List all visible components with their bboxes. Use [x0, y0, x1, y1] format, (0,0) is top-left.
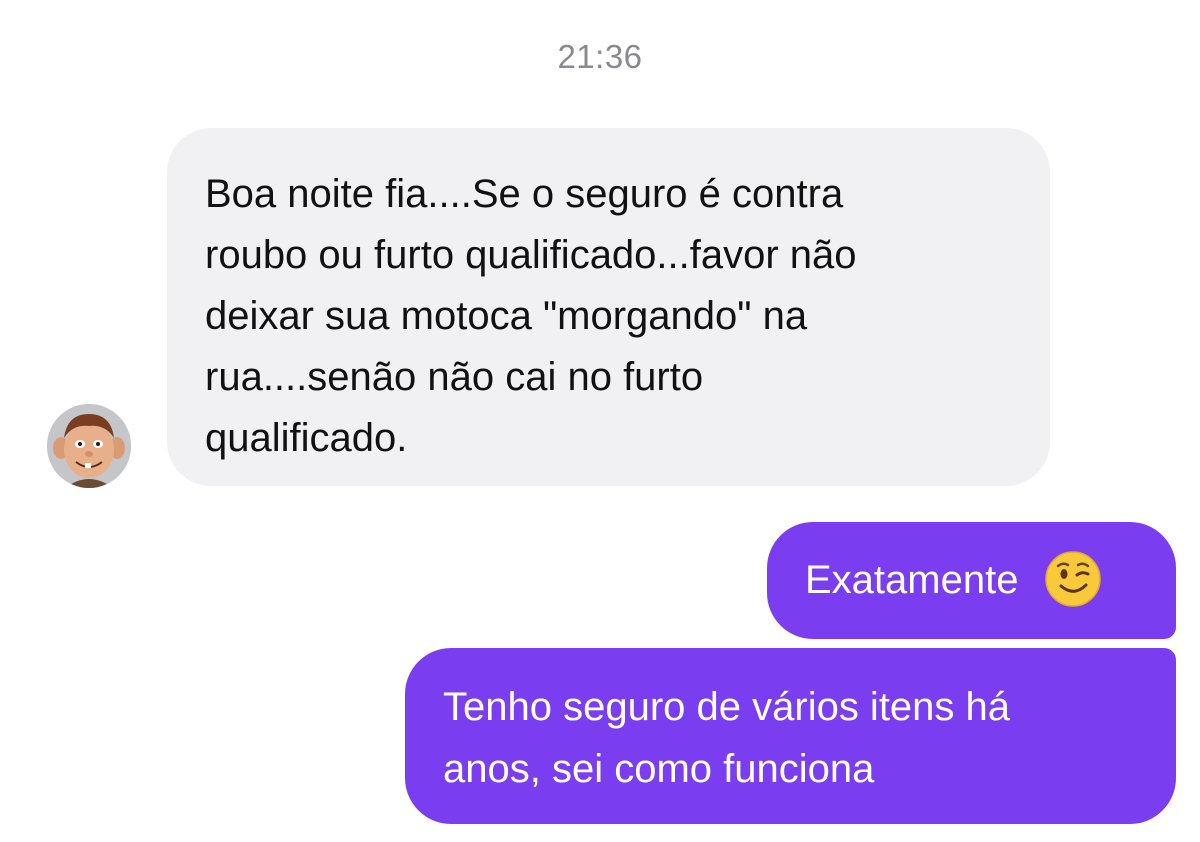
message-timestamp: 21:36 — [557, 38, 643, 75]
cartoon-face-avatar-icon — [47, 404, 131, 488]
outgoing-message-bubble[interactable]: Exatamente — [767, 522, 1176, 639]
sender-avatar[interactable] — [47, 404, 131, 488]
outgoing-message-bubble[interactable]: Tenho seguro de vários itens há anos, se… — [405, 648, 1176, 824]
winking-face-emoji-icon — [1044, 550, 1102, 608]
chat-screen: 21:36 Boa noite fia....Se o seguro é con — [0, 0, 1200, 842]
message-text: Exatamente — [805, 558, 1019, 602]
incoming-message-bubble[interactable]: Boa noite fia....Se o seguro é contra ro… — [167, 128, 1050, 486]
